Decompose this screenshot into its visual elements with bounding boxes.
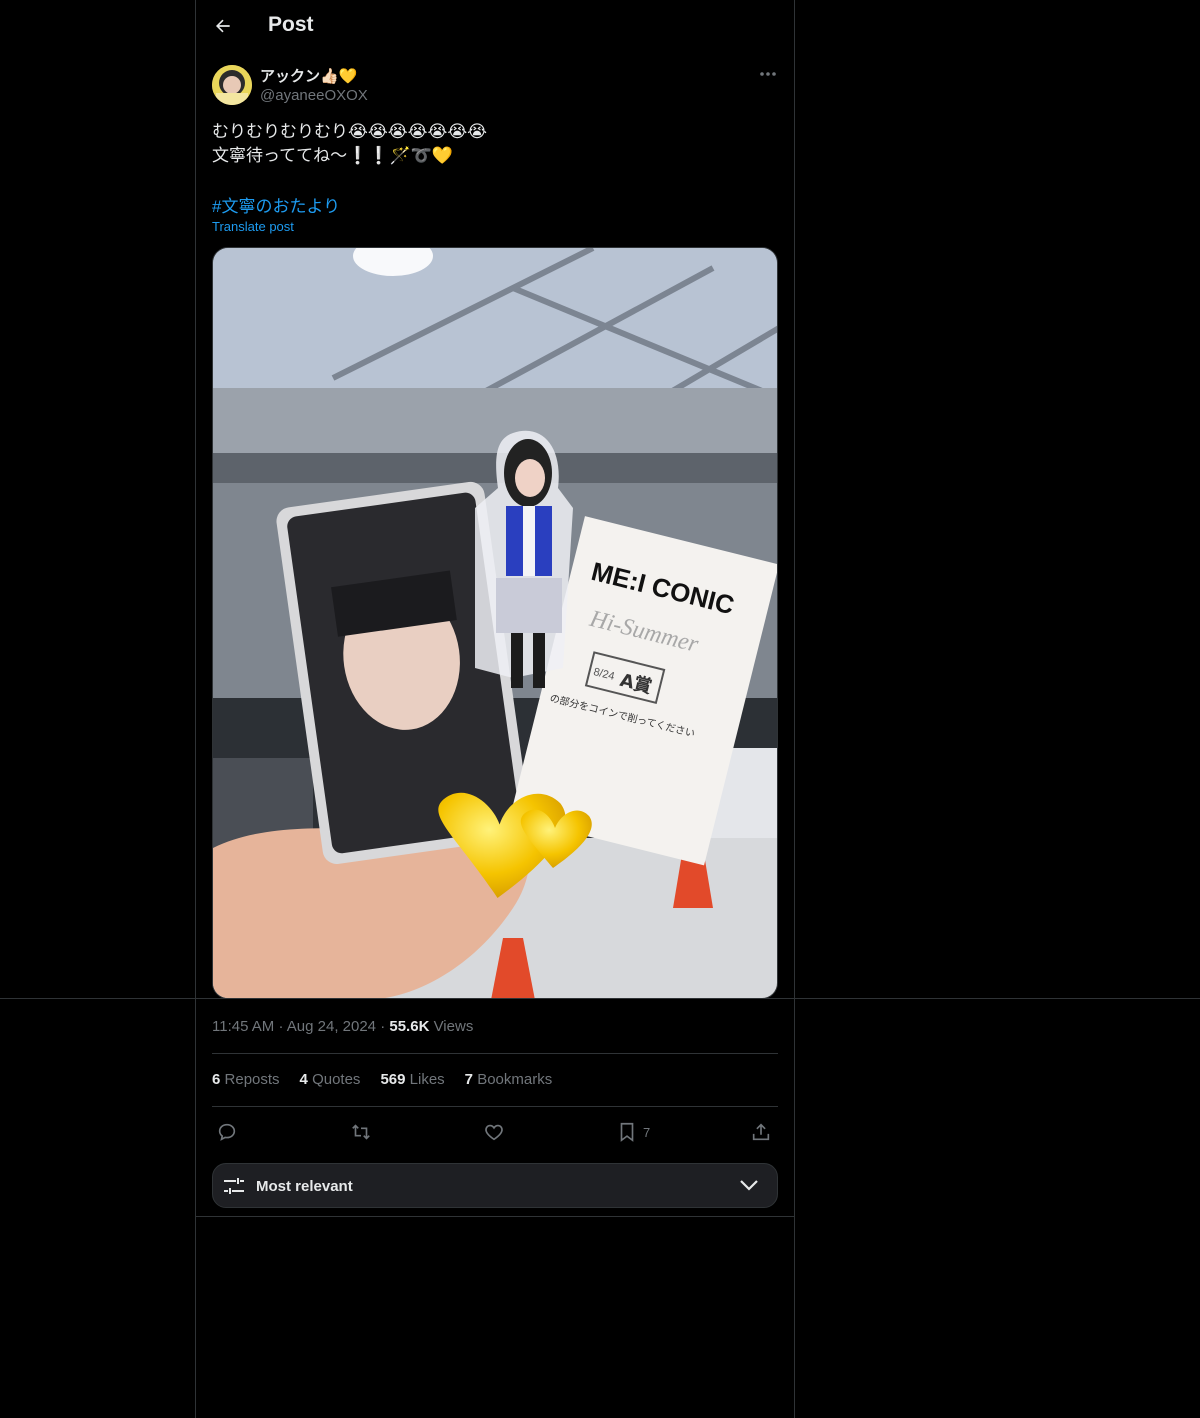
main-column: Post アックン👍🏻💛 @ayaneeOXOX むりむりむりむり😭😭😭😭😭😭😭… <box>195 0 795 1418</box>
meta-dot: · <box>380 1018 386 1035</box>
chevron-down-icon <box>740 1180 758 1191</box>
author-handle[interactable]: @ayaneeOXOX <box>260 87 368 104</box>
avatar[interactable] <box>212 65 252 105</box>
back-arrow-icon <box>216 19 230 33</box>
sort-replies-dropdown[interactable]: Most relevant <box>212 1163 778 1208</box>
like-button[interactable] <box>483 1118 505 1146</box>
more-button[interactable] <box>758 64 778 84</box>
likes-count: 569 <box>380 1071 406 1088</box>
post-meta: 11:45 AM · Aug 24, 2024 · 55.6K Views <box>212 1018 473 1035</box>
divider <box>212 1106 778 1107</box>
post-image[interactable]: ME:I CONIC Hi-Summer 8/24 A賞 の部分をコインで削って… <box>212 247 778 999</box>
back-button[interactable] <box>210 12 236 40</box>
views-count: 55.6K <box>389 1018 430 1035</box>
reposts-stat[interactable]: 6 Reposts <box>212 1071 280 1088</box>
post-text: むりむりむりむり😭😭😭😭😭😭😭 文寧待っててね〜❕❕🪄➰💛 <box>212 120 487 168</box>
repost-button[interactable] <box>349 1118 373 1146</box>
reply-button[interactable] <box>216 1118 238 1146</box>
reply-icon <box>218 1123 236 1141</box>
reposts-count: 6 <box>212 1071 221 1088</box>
horizontal-rule <box>0 998 1200 999</box>
action-bar: 7 <box>212 1118 778 1146</box>
repost-icon <box>352 1124 370 1140</box>
sliders-icon <box>224 1178 244 1194</box>
quotes-label: Quotes <box>312 1071 361 1088</box>
hashtag-link[interactable]: #文寧のおたより <box>212 192 340 217</box>
bookmark-count: 7 <box>643 1124 651 1140</box>
bookmark-icon <box>620 1122 634 1142</box>
translate-link[interactable]: Translate post <box>212 219 294 234</box>
sort-label: Most relevant <box>256 1178 353 1195</box>
bookmarks-label: Bookmarks <box>477 1071 553 1088</box>
views-label: Views <box>433 1018 474 1035</box>
top-bar: Post <box>196 0 794 54</box>
likes-label: Likes <box>409 1071 445 1088</box>
author-name[interactable]: アックン👍🏻💛 <box>260 65 357 86</box>
post-stats: 6 Reposts 4 Quotes 569 Likes 7 Bookmarks <box>212 1071 552 1088</box>
meta-dot: · <box>278 1018 284 1035</box>
likes-stat[interactable]: 569 Likes <box>380 1071 444 1088</box>
share-button[interactable] <box>750 1118 772 1146</box>
divider <box>196 1216 794 1217</box>
bookmark-button[interactable]: 7 <box>617 1118 650 1146</box>
more-icon <box>760 72 776 76</box>
share-icon <box>752 1123 770 1141</box>
like-icon <box>485 1124 503 1141</box>
bookmarks-count: 7 <box>464 1071 474 1088</box>
page-title: Post <box>268 13 314 36</box>
quotes-count: 4 <box>299 1071 308 1088</box>
reposts-label: Reposts <box>224 1071 280 1088</box>
post-line-2: 文寧待っててね〜❕❕🪄➰💛 <box>212 146 453 165</box>
post-time[interactable]: 11:45 AM <box>212 1018 274 1035</box>
post-line-1: むりむりむりむり😭😭😭😭😭😭😭 <box>212 122 488 141</box>
divider <box>212 1053 778 1054</box>
quotes-stat[interactable]: 4 Quotes <box>300 1071 361 1088</box>
bookmarks-stat[interactable]: 7 Bookmarks <box>465 1071 553 1088</box>
post-date[interactable]: Aug 24, 2024 <box>287 1018 376 1035</box>
